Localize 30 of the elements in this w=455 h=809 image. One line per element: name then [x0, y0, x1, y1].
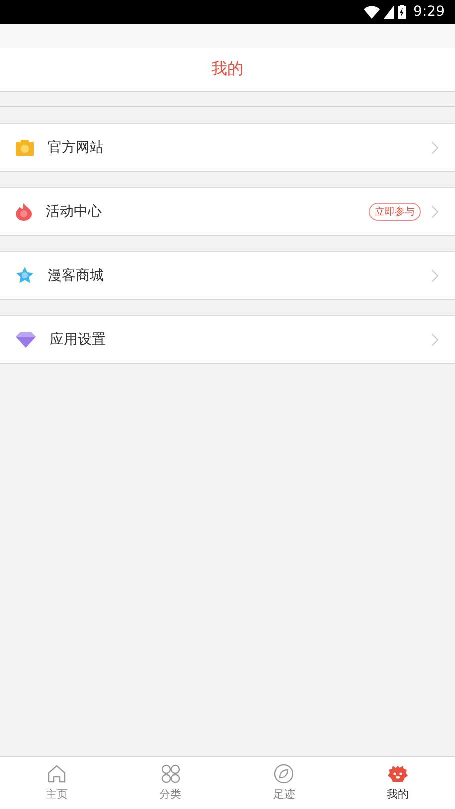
battery-icon [398, 5, 406, 19]
camera-icon [16, 140, 34, 156]
join-tag[interactable]: 立即参与 [369, 202, 421, 220]
menu-label: 活动中心 [46, 202, 103, 220]
home-icon [46, 764, 67, 784]
compass-icon [274, 764, 294, 784]
flame-icon [16, 202, 32, 220]
page-title: 我的 [212, 59, 244, 80]
chevron-icon [431, 140, 439, 154]
diamond-icon [16, 332, 36, 348]
menu-label: 应用设置 [50, 330, 107, 348]
nav-tab[interactable]: 我的 [341, 757, 455, 809]
chevron-icon [431, 268, 439, 282]
menu-label: 漫客商城 [48, 266, 105, 284]
chevron-icon [431, 332, 439, 346]
status-time: 9:29 [414, 4, 445, 20]
nav-tab[interactable]: 主页 [0, 757, 114, 809]
menu-row[interactable]: 活动中心 立即参与 [0, 187, 455, 236]
signal-icon [384, 6, 394, 18]
menu-row[interactable]: 官方网站 [0, 123, 455, 172]
chevron-icon [431, 204, 439, 218]
wifi-icon [364, 6, 380, 18]
grid-icon [160, 764, 181, 784]
menu-label: 官方网站 [48, 138, 105, 156]
nav-tab[interactable]: 足迹 [228, 757, 342, 809]
nav-tab[interactable]: 分类 [114, 757, 228, 809]
menu-row[interactable]: 漫客商城 [0, 251, 455, 300]
mascot-icon [387, 764, 410, 784]
menu-row[interactable]: 应用设置 [0, 315, 455, 364]
star-icon [16, 267, 34, 284]
